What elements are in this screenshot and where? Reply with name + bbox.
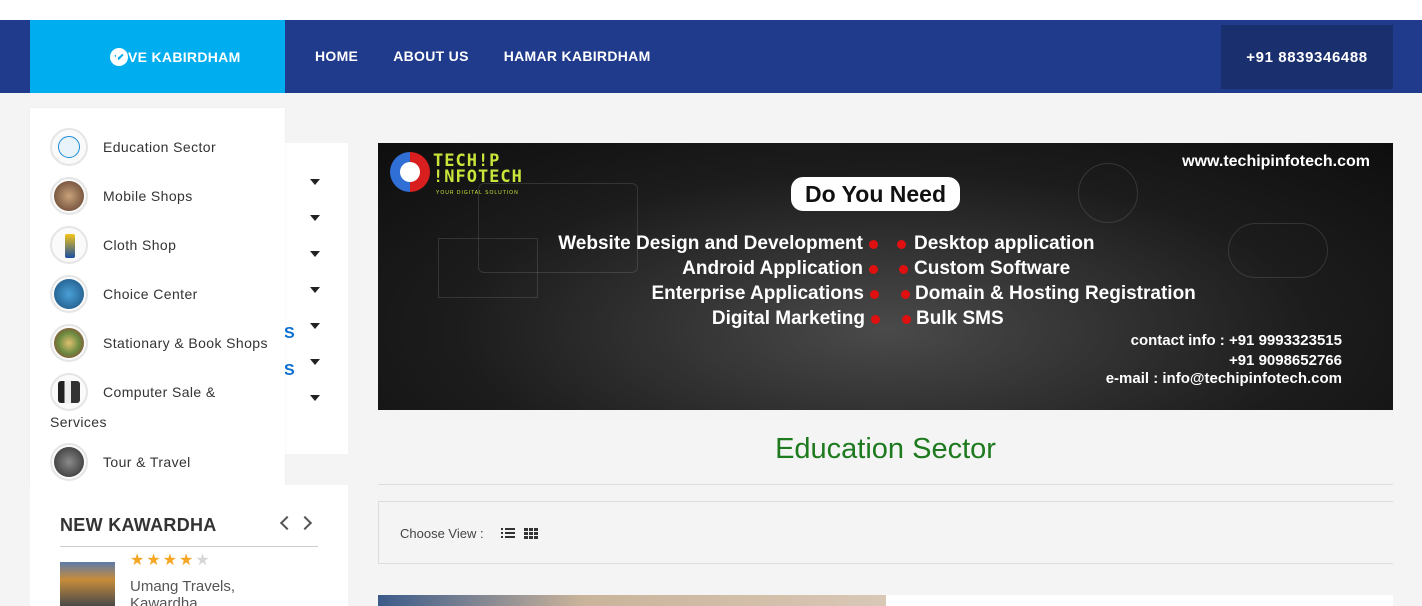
page-title: Education Sector xyxy=(775,433,996,465)
bullet-icon xyxy=(871,315,880,324)
star-empty-icon: ★ xyxy=(195,552,212,569)
chevron-right-icon[interactable] xyxy=(297,515,313,531)
banner-contact-phone2: +91 9098652766 xyxy=(1228,352,1342,369)
choice-center-icon xyxy=(50,275,88,313)
bullet-icon xyxy=(902,315,911,324)
chevron-down-icon[interactable] xyxy=(310,251,320,257)
rating-stars: ★★★★★ xyxy=(130,550,212,570)
star-icon: ★ xyxy=(146,552,163,569)
category-menu: Education Sector Mobile Shops Cloth Shop… xyxy=(30,108,285,485)
banner-contact-phone: contact info : +91 9993323515 xyxy=(1130,332,1342,349)
bullet-icon xyxy=(869,265,878,274)
star-icon: ★ xyxy=(162,552,180,569)
bullet-icon xyxy=(901,290,910,299)
service-left: Digital Marketing xyxy=(711,308,865,329)
category-computer-sale-services[interactable]: Computer Sale & xyxy=(50,373,263,411)
bullet-icon xyxy=(899,265,908,274)
listing-card-image[interactable] xyxy=(378,595,886,606)
category-education-sector[interactable]: Education Sector xyxy=(50,128,263,166)
category-label: Cloth Shop xyxy=(103,237,177,253)
service-right: Domain & Hosting Registration xyxy=(915,283,1196,304)
live-kabirdham-label: LIVE KABIRDHAM xyxy=(115,49,241,65)
listing-name[interactable]: Umang Travels, Kawardha xyxy=(130,578,280,606)
choose-view-label: Choose View : xyxy=(400,526,484,541)
divider xyxy=(378,484,1393,485)
hidden-menu-text: S xyxy=(284,362,295,379)
grid-view-icon[interactable] xyxy=(524,528,538,539)
listing-name-line2: Kawardha xyxy=(130,595,198,606)
logo-tagline: YOUR DIGITAL SOLUTION xyxy=(436,190,519,196)
category-label: Tour & Travel xyxy=(103,454,191,470)
logo-line2: !NFOTECH xyxy=(433,167,523,187)
chevron-down-icon[interactable] xyxy=(310,287,320,293)
nav-hamar-kabirdham[interactable]: HAMAR KABIRDHAM xyxy=(504,48,651,64)
widget-title: NEW KAWARDHA xyxy=(60,515,217,535)
category-choice-center[interactable]: Choice Center xyxy=(50,275,263,313)
nav-home[interactable]: HOME xyxy=(315,48,358,64)
category-label: Education Sector xyxy=(103,139,217,155)
category-stationary-book-shops[interactable]: Stationary & Book Shops xyxy=(50,324,278,362)
bullet-icon xyxy=(869,240,878,249)
main-menu: HOME ABOUT US HAMAR KABIRDHAM xyxy=(315,48,651,64)
mail-icon xyxy=(438,238,538,298)
chevron-left-icon[interactable] xyxy=(279,515,295,531)
bullet-icon xyxy=(870,290,879,299)
tour-travel-icon xyxy=(50,443,88,481)
service-right: Custom Software xyxy=(914,258,1071,279)
star-icon: ★ xyxy=(130,552,147,569)
live-kabirdham-button[interactable]: LIVE KABIRDHAM xyxy=(30,20,285,93)
chevron-down-icon[interactable] xyxy=(310,323,320,329)
banner-contact-email: e-mail : info@techipinfotech.com xyxy=(1105,370,1342,387)
listing-name-line1: Umang Travels, xyxy=(130,578,236,595)
cloth-shop-icon xyxy=(50,226,88,264)
chat-bubble-icon xyxy=(1228,223,1328,278)
banner-headline: Do You Need xyxy=(791,177,960,211)
new-kawardha-widget: NEW KAWARDHA ★★★★★ Umang Travels, Kaward… xyxy=(30,485,348,606)
category-label: Mobile Shops xyxy=(103,188,193,204)
service-right: Bulk SMS xyxy=(916,308,1004,329)
stationary-icon xyxy=(50,324,88,362)
category-cloth-shop[interactable]: Cloth Shop xyxy=(50,226,263,264)
list-view-icon[interactable] xyxy=(501,528,515,539)
top-strip xyxy=(0,0,1422,20)
category-mobile-shops[interactable]: Mobile Shops xyxy=(50,177,263,215)
category-label-continued: Services xyxy=(50,414,107,430)
techip-logo-icon xyxy=(390,152,430,192)
category-label: Choice Center xyxy=(103,286,198,302)
service-left: Website Design and Development xyxy=(558,233,863,254)
bulb-icon xyxy=(1078,163,1138,223)
chevron-down-icon[interactable] xyxy=(310,215,320,221)
star-icon: ★ xyxy=(179,552,196,569)
service-right: Desktop application xyxy=(914,233,1095,254)
hidden-menu-text: S xyxy=(284,325,295,342)
banner-url: www.techipinfotech.com xyxy=(1182,153,1370,170)
navbar: LIVE KABIRDHAM HOME ABOUT US HAMAR KABIR… xyxy=(0,20,1422,93)
chevron-down-icon[interactable] xyxy=(310,359,320,365)
mobile-shop-icon xyxy=(50,177,88,215)
advertisement-banner[interactable]: TECH!P !NFOTECH YOUR DIGITAL SOLUTION ww… xyxy=(378,143,1393,410)
category-label: Stationary & Book Shops xyxy=(103,335,268,351)
chevron-down-icon[interactable] xyxy=(310,395,320,401)
chevron-down-icon[interactable] xyxy=(310,179,320,185)
nav-about-us[interactable]: ABOUT US xyxy=(393,48,469,64)
listing-thumbnail[interactable] xyxy=(60,562,115,606)
computer-icon xyxy=(50,373,88,411)
service-left: Enterprise Applications xyxy=(651,283,864,304)
category-label: Computer Sale & xyxy=(103,384,216,400)
view-toolbar: Choose View : xyxy=(378,501,1393,564)
service-left: Android Application xyxy=(682,258,863,279)
category-tour-travel[interactable]: Tour & Travel xyxy=(50,443,263,481)
divider xyxy=(60,546,318,547)
banner-logo-text: TECH!P !NFOTECH xyxy=(433,153,523,187)
listing-card-body xyxy=(886,595,1393,606)
education-icon xyxy=(50,128,88,166)
phone-number[interactable]: +91 8839346488 xyxy=(1221,25,1393,89)
bullet-icon xyxy=(897,240,906,249)
